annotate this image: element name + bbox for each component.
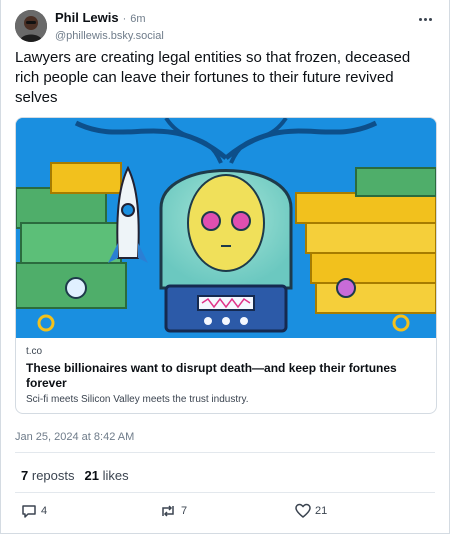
post-time[interactable]: 6m — [130, 13, 145, 25]
avatar[interactable] — [15, 10, 47, 42]
post-stats: 7 reposts 21 likes — [21, 468, 129, 483]
avatar-image — [15, 10, 47, 42]
more-dot-icon — [428, 17, 432, 21]
heart-icon — [295, 503, 311, 518]
more-dot-icon — [418, 17, 422, 21]
likes-stat[interactable]: 21 likes — [85, 468, 129, 483]
repost-count: 7 — [181, 505, 188, 517]
repost-button[interactable]: 7 — [159, 503, 187, 519]
author-display-name[interactable]: Phil Lewis — [55, 10, 119, 25]
link-card-domain: t.co — [26, 346, 43, 357]
like-count: 21 — [315, 505, 328, 517]
post-timestamp: Jan 25, 2024 at 8:42 AM — [15, 431, 135, 443]
author-handle[interactable]: @phillewis.bsky.social — [55, 30, 435, 42]
reposts-stat[interactable]: 7 reposts — [21, 468, 75, 483]
repost-icon — [162, 505, 174, 517]
reply-button[interactable]: 4 — [21, 503, 47, 519]
reply-count: 4 — [41, 505, 48, 517]
likes-count: 21 — [84, 468, 99, 483]
post-text: Lawyers are creating legal entities so t… — [15, 49, 411, 106]
time-separator: · — [122, 13, 127, 25]
link-card[interactable]: t.co These billionaires want to disrupt … — [15, 117, 437, 414]
divider — [15, 452, 435, 453]
post-header: Phil Lewis · 6m @phillewis.bsky.social — [55, 10, 435, 44]
post[interactable]: Phil Lewis · 6m @phillewis.bsky.social L… — [0, 0, 450, 534]
likes-label: likes — [102, 468, 129, 483]
more-options-button[interactable] — [415, 12, 435, 26]
link-card-description: Sci-fi meets Silicon Valley meets the tr… — [26, 394, 249, 405]
link-card-image[interactable] — [16, 118, 436, 338]
illustration-image — [16, 118, 436, 338]
reposts-count: 7 — [21, 468, 29, 483]
like-button[interactable]: 21 — [295, 503, 327, 519]
reposts-label: reposts — [31, 468, 75, 483]
link-card-title[interactable]: These billionaires want to disrupt death… — [26, 361, 426, 391]
reply-icon — [22, 505, 36, 518]
divider — [15, 492, 435, 493]
post-actions: 4 7 21 — [21, 503, 435, 521]
link-card-meta: t.co These billionaires want to disrupt … — [26, 346, 426, 405]
more-dot-icon — [423, 17, 427, 21]
